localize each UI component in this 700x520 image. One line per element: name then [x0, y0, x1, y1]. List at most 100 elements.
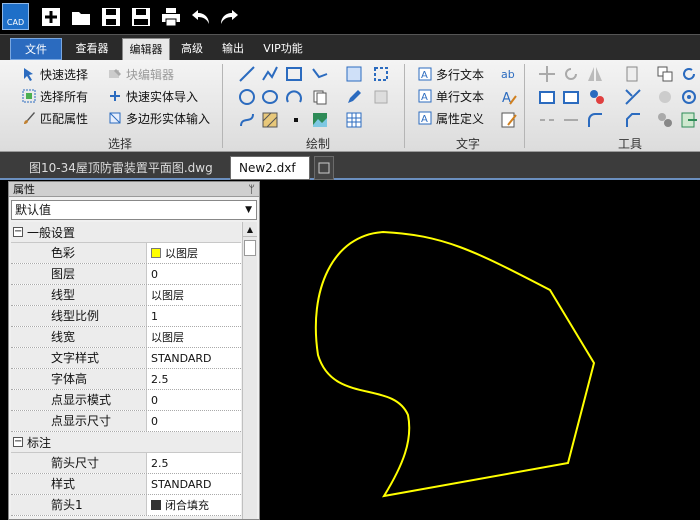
property-value[interactable]: 2.5: [147, 453, 241, 473]
scroll-up-icon[interactable]: ▲: [243, 222, 257, 237]
match-props-button[interactable]: 匹配属性: [22, 108, 88, 128]
collapse-icon[interactable]: −: [13, 437, 23, 447]
hatch-tool-icon[interactable]: [345, 65, 363, 83]
doc-tab-dxf[interactable]: New2.dxf: [230, 156, 310, 180]
property-filter-select[interactable]: 默认值 ▼: [11, 200, 257, 220]
copy-icon[interactable]: [656, 65, 674, 83]
save-icon[interactable]: [100, 6, 122, 28]
new-tab-button[interactable]: [314, 156, 334, 180]
line-icon[interactable]: [238, 65, 256, 83]
property-row[interactable]: 字体高 2.5: [11, 369, 241, 390]
mtext-button[interactable]: A 多行文本: [418, 64, 484, 84]
attdef-button[interactable]: A 属性定义: [418, 108, 484, 128]
tab-vip[interactable]: VIP功能: [258, 38, 308, 60]
property-value[interactable]: 0: [147, 411, 241, 431]
break-icon[interactable]: [538, 111, 556, 129]
spline-icon[interactable]: [238, 111, 256, 129]
block-insert-icon[interactable]: [372, 65, 390, 83]
settings-icon[interactable]: [680, 88, 698, 106]
stext-button[interactable]: A 单行文本: [418, 86, 484, 106]
chamfer-icon[interactable]: [624, 111, 642, 129]
tab-viewer[interactable]: 查看器: [68, 38, 116, 60]
color-picker-icon[interactable]: [588, 88, 606, 106]
table-icon[interactable]: [345, 111, 363, 129]
window-icon[interactable]: [538, 88, 556, 106]
open-folder-icon[interactable]: [70, 6, 92, 28]
hatch-icon[interactable]: [261, 111, 279, 129]
property-value[interactable]: 闭合填充: [147, 495, 241, 515]
property-row[interactable]: 点显示尺寸 0: [11, 411, 241, 432]
property-value[interactable]: 以图层: [147, 243, 241, 263]
quick-solid-import-button[interactable]: 快速实体导入: [108, 86, 198, 106]
property-value[interactable]: 1: [147, 306, 241, 326]
property-row[interactable]: 文字样式 STANDARD: [11, 348, 241, 369]
refresh-icon[interactable]: [680, 65, 698, 83]
category-dimension[interactable]: − 标注: [11, 432, 241, 453]
block-editor-button[interactable]: 块编辑器: [108, 64, 174, 84]
fillet-icon[interactable]: [586, 111, 604, 129]
svg-text:A: A: [502, 91, 511, 106]
rectangle-icon[interactable]: [285, 65, 303, 83]
property-row[interactable]: 箭头尺寸 2.5: [11, 453, 241, 474]
quick-select-button[interactable]: 快速选择: [22, 64, 88, 84]
copy-entity-icon[interactable]: [311, 88, 329, 106]
drawing-canvas[interactable]: [263, 180, 700, 520]
layer-icon[interactable]: [624, 65, 642, 83]
export-icon[interactable]: [680, 111, 698, 129]
join-icon[interactable]: [562, 111, 580, 129]
scroll-thumb[interactable]: [244, 240, 256, 256]
tab-file[interactable]: 文件: [10, 38, 62, 60]
pencil-icon[interactable]: [345, 88, 363, 106]
save-as-pdf-icon[interactable]: [130, 6, 152, 28]
ellipse-icon[interactable]: [261, 88, 279, 106]
property-row[interactable]: 线型比例 1: [11, 306, 241, 327]
collapse-icon[interactable]: −: [13, 227, 23, 237]
new-icon[interactable]: [40, 6, 62, 28]
select-all-button[interactable]: 选择所有: [22, 86, 88, 106]
yellow-freeform-shape[interactable]: [314, 230, 596, 498]
print-icon[interactable]: [160, 6, 182, 28]
property-row[interactable]: 线宽 以图层: [11, 327, 241, 348]
category-general[interactable]: − 一般设置: [11, 222, 241, 243]
property-value[interactable]: STANDARD: [147, 474, 241, 494]
image-icon[interactable]: [311, 111, 329, 129]
property-row[interactable]: 色彩 以图层: [11, 243, 241, 264]
property-row[interactable]: 箭头1 闭合填充: [11, 495, 241, 516]
property-value[interactable]: 以图层: [147, 327, 241, 347]
property-row[interactable]: 线型 以图层: [11, 285, 241, 306]
text-scale-icon[interactable]: ab: [500, 65, 518, 83]
property-row[interactable]: 样式 STANDARD: [11, 474, 241, 495]
property-value[interactable]: 0: [147, 264, 241, 284]
text-style-icon[interactable]: A: [500, 88, 518, 106]
text-edit-icon[interactable]: [500, 111, 518, 129]
window2-icon[interactable]: [562, 88, 580, 106]
trim-icon[interactable]: [624, 88, 642, 106]
multiline-icon[interactable]: [311, 65, 329, 83]
tab-editor[interactable]: 编辑器: [122, 38, 170, 60]
polyline-icon[interactable]: [261, 65, 279, 83]
pin-icon[interactable]: ᛘ: [248, 182, 255, 197]
group-icon[interactable]: [656, 111, 674, 129]
arc-icon[interactable]: [285, 88, 303, 106]
move-icon[interactable]: [538, 65, 556, 83]
property-row[interactable]: 点显示模式 0: [11, 390, 241, 411]
property-value[interactable]: STANDARD: [147, 348, 241, 368]
disabled-tool-icon[interactable]: [372, 88, 390, 106]
property-scrollbar[interactable]: ▲: [242, 222, 257, 519]
property-value[interactable]: 0: [147, 390, 241, 410]
property-row[interactable]: 图层 0: [11, 264, 241, 285]
point-icon[interactable]: [287, 111, 305, 129]
tab-output[interactable]: 输出: [216, 38, 250, 60]
rotate-icon[interactable]: [562, 65, 580, 83]
undo-icon[interactable]: [190, 6, 212, 28]
tab-advanced[interactable]: 高级: [174, 38, 210, 60]
explode-icon[interactable]: [656, 88, 674, 106]
polygon-solid-input-button[interactable]: 多边形实体输入: [108, 108, 210, 128]
property-value[interactable]: 以图层: [147, 285, 241, 305]
property-value[interactable]: 2.5: [147, 369, 241, 389]
doc-tab-dwg[interactable]: 图10-34屋顶防雷装置平面图.dwg: [8, 156, 222, 180]
circle-icon[interactable]: [238, 88, 256, 106]
property-key: 线型: [11, 285, 147, 305]
mirror-icon[interactable]: [586, 65, 604, 83]
redo-icon[interactable]: [218, 6, 240, 28]
